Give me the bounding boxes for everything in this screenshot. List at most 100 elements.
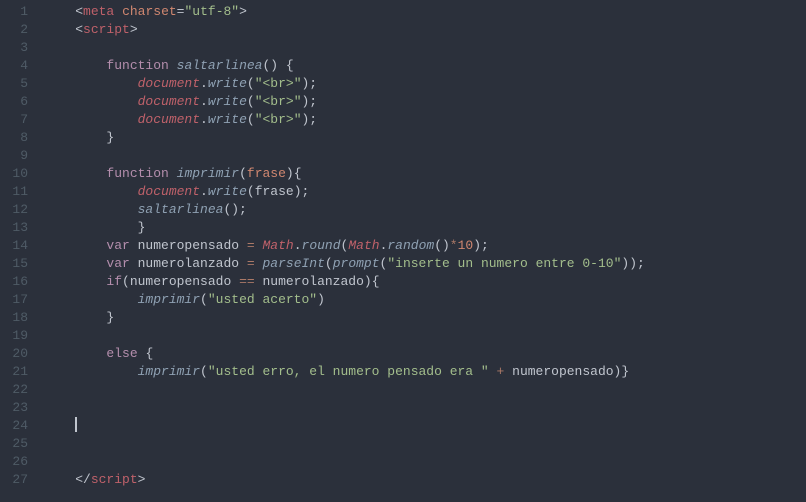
token-builtin: prompt <box>333 256 380 271</box>
line-number: 5 <box>8 75 28 93</box>
token-obj: Math <box>348 238 379 253</box>
token-obj: document <box>138 94 200 109</box>
token-prop: round <box>302 238 341 253</box>
code-line[interactable]: </script> <box>44 471 806 489</box>
line-number: 2 <box>8 21 28 39</box>
code-line[interactable]: } <box>44 309 806 327</box>
code-line[interactable]: if(numeropensado == numerolanzado){ <box>44 273 806 291</box>
token-punct: ( <box>200 364 208 379</box>
token-punct: () { <box>262 58 293 73</box>
token-punct: ){ <box>286 166 302 181</box>
token-obj: document <box>138 112 200 127</box>
token-obj: document <box>138 184 200 199</box>
code-line[interactable]: } <box>44 219 806 237</box>
token-white <box>169 166 177 181</box>
code-line[interactable] <box>44 327 806 345</box>
token-fname: imprimir <box>138 364 200 379</box>
token-punct: } <box>138 220 146 235</box>
code-line[interactable]: <meta charset="utf-8"> <box>44 3 806 21</box>
token-fname: imprimir <box>138 292 200 307</box>
token-punct: > <box>130 22 138 37</box>
code-line[interactable]: document.write("<br>"); <box>44 93 806 111</box>
code-line[interactable] <box>44 417 806 435</box>
token-punct: < <box>75 4 83 19</box>
token-kw: if <box>106 274 122 289</box>
code-area[interactable]: <meta charset="utf-8"> <script> function… <box>40 0 806 502</box>
token-punct: ) <box>317 292 325 307</box>
code-line[interactable]: <script> <box>44 21 806 39</box>
code-line[interactable]: saltarlinea(); <box>44 201 806 219</box>
code-line[interactable]: var numerolanzado = parseInt(prompt("ins… <box>44 255 806 273</box>
token-tag: meta <box>83 4 114 19</box>
token-str: "<br>" <box>255 76 302 91</box>
token-var: numeropensado <box>130 238 247 253</box>
code-line[interactable]: document.write(frase); <box>44 183 806 201</box>
token-str: "inserte un numero entre 0-10" <box>387 256 621 271</box>
line-number: 21 <box>8 363 28 381</box>
token-prop: write <box>208 184 247 199</box>
token-var: numerolanzado <box>130 256 247 271</box>
token-punct: > <box>239 4 247 19</box>
token-op: * <box>450 238 458 253</box>
token-kw: function <box>106 58 168 73</box>
token-fname: saltarlinea <box>177 58 263 73</box>
line-number: 10 <box>8 165 28 183</box>
code-line[interactable]: function saltarlinea() { <box>44 57 806 75</box>
token-punct: ); <box>302 76 318 91</box>
token-punct: )); <box>621 256 644 271</box>
token-punct: . <box>200 94 208 109</box>
token-punct: . <box>294 238 302 253</box>
token-punct: ( <box>247 112 255 127</box>
code-line[interactable]: } <box>44 129 806 147</box>
code-line[interactable] <box>44 435 806 453</box>
line-number: 14 <box>8 237 28 255</box>
token-white <box>114 4 122 19</box>
code-line[interactable] <box>44 39 806 57</box>
token-tag: script <box>83 22 130 37</box>
line-number: 6 <box>8 93 28 111</box>
code-line[interactable]: var numeropensado = Math.round(Math.rand… <box>44 237 806 255</box>
code-line[interactable]: imprimir("usted acerto") <box>44 291 806 309</box>
token-tag: script <box>91 472 138 487</box>
code-line[interactable]: else { <box>44 345 806 363</box>
token-str: "<br>" <box>255 112 302 127</box>
token-punct: () <box>434 238 450 253</box>
code-line[interactable]: document.write("<br>"); <box>44 75 806 93</box>
line-number: 22 <box>8 381 28 399</box>
code-line[interactable]: imprimir("usted erro, el numero pensado … <box>44 363 806 381</box>
code-line[interactable] <box>44 399 806 417</box>
token-punct: . <box>200 184 208 199</box>
token-punct: ( <box>247 76 255 91</box>
token-op: == <box>239 274 255 289</box>
token-punct: ); <box>473 238 489 253</box>
token-punct: . <box>200 112 208 127</box>
token-punct: ); <box>302 112 318 127</box>
token-kw: else <box>106 346 137 361</box>
code-line[interactable]: function imprimir(frase){ <box>44 165 806 183</box>
line-number: 24 <box>8 417 28 435</box>
token-punct: > <box>138 472 146 487</box>
token-punct: ( <box>239 166 247 181</box>
code-line[interactable] <box>44 381 806 399</box>
token-punct: ( <box>247 94 255 109</box>
line-number: 12 <box>8 201 28 219</box>
token-punct: { <box>138 346 154 361</box>
code-line[interactable] <box>44 453 806 471</box>
token-prop: write <box>208 112 247 127</box>
token-attr: charset <box>122 4 177 19</box>
code-line[interactable]: document.write("<br>"); <box>44 111 806 129</box>
token-obj: document <box>138 76 200 91</box>
line-number: 15 <box>8 255 28 273</box>
token-kw: var <box>106 256 129 271</box>
code-line[interactable] <box>44 147 806 165</box>
line-number-gutter: 1234567891011121314151617181920212223242… <box>0 0 40 502</box>
token-var: numerolanzado){ <box>255 274 380 289</box>
token-prop: write <box>208 94 247 109</box>
text-cursor <box>75 417 77 432</box>
token-punct: < <box>75 22 83 37</box>
token-punct: ( <box>247 184 255 199</box>
token-fname: saltarlinea <box>138 202 224 217</box>
token-punct: (); <box>223 202 246 217</box>
token-builtin: parseInt <box>262 256 324 271</box>
line-number: 26 <box>8 453 28 471</box>
